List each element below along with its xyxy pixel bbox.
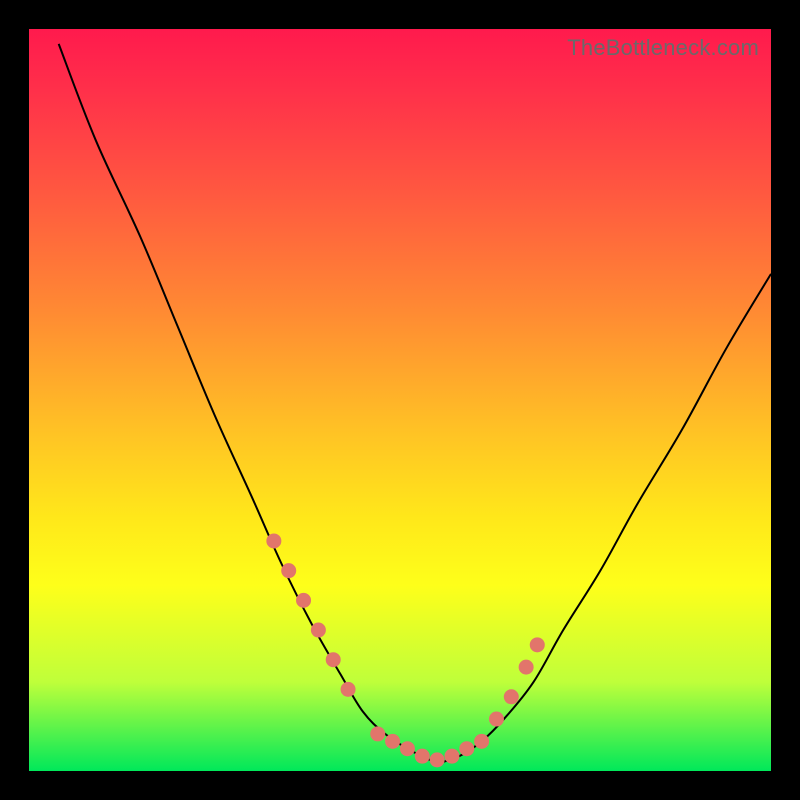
chart-frame: TheBottleneck.com <box>0 0 800 800</box>
curve-marker <box>415 749 430 764</box>
curve-right-branch <box>437 274 771 764</box>
curve-marker <box>474 734 489 749</box>
curve-markers <box>266 533 544 767</box>
curve-marker <box>326 652 341 667</box>
curve-marker <box>341 682 356 697</box>
curve-left-branch <box>59 44 437 764</box>
bottleneck-curve <box>29 29 771 771</box>
curve-marker <box>504 689 519 704</box>
curve-marker <box>311 623 326 638</box>
curve-marker <box>370 726 385 741</box>
curve-marker <box>530 637 545 652</box>
curve-marker <box>385 734 400 749</box>
curve-marker <box>489 712 504 727</box>
curve-marker <box>400 741 415 756</box>
curve-marker <box>296 593 311 608</box>
plot-area: TheBottleneck.com <box>29 29 771 771</box>
curve-marker <box>459 741 474 756</box>
curve-marker <box>444 749 459 764</box>
curve-marker <box>430 752 445 767</box>
curve-marker <box>519 660 534 675</box>
curve-marker <box>281 563 296 578</box>
curve-marker <box>266 533 281 548</box>
